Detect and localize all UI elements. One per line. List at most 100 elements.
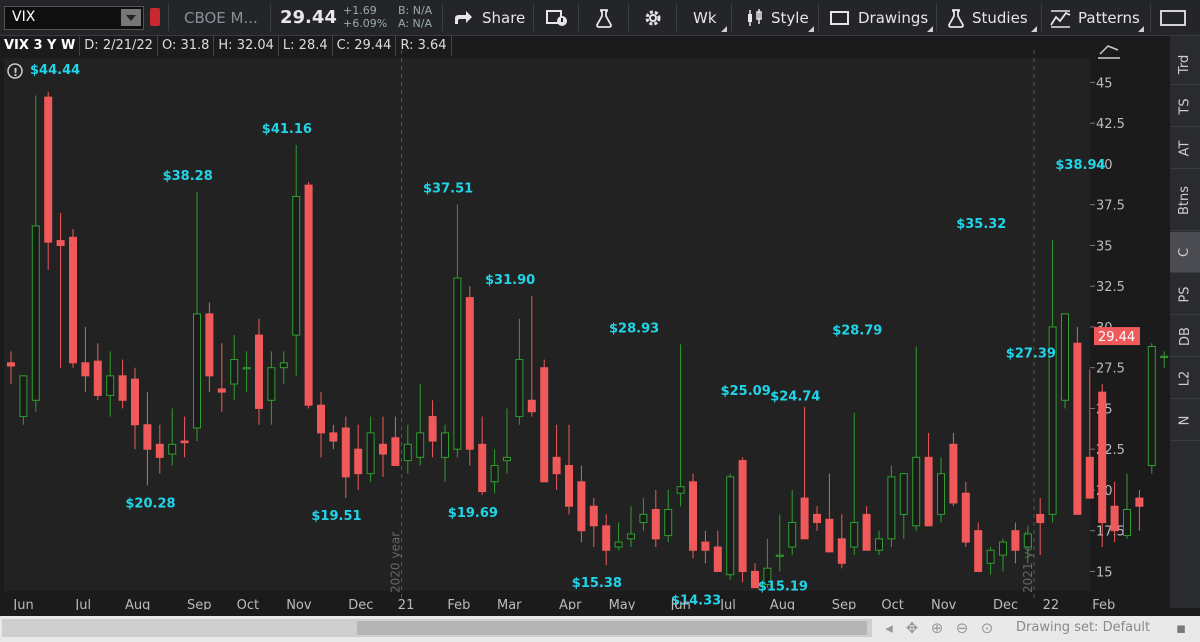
candle-body (627, 533, 635, 540)
candle-body (837, 538, 846, 564)
price-annotation: $15.19 (758, 579, 808, 594)
price-annotation: $28.93 (609, 321, 659, 336)
candle-body (800, 497, 809, 540)
studies-label: Studies (972, 8, 1028, 27)
candle-body (19, 375, 28, 418)
tab-trd-label: Trd (1177, 54, 1193, 74)
candle-body (69, 236, 77, 364)
style-button[interactable]: Style (745, 0, 809, 35)
settings-small-icon[interactable]: ▪ (1172, 619, 1190, 637)
candle-body (651, 509, 660, 540)
scroll-left-icon[interactable]: ◂ (880, 619, 898, 637)
last-price-tag-text: 29.44 (1098, 330, 1135, 345)
candle-body (875, 538, 883, 551)
x-tick-label: Sep (187, 598, 212, 610)
candle-body (118, 375, 127, 401)
drawings-button[interactable]: Drawings (830, 0, 928, 35)
flask-icon (596, 8, 612, 28)
candle-body (999, 541, 1007, 556)
drawings-label: Drawings (858, 8, 929, 27)
candle-body (503, 456, 511, 462)
tab-c[interactable]: C (1170, 232, 1200, 273)
candle-body (1085, 456, 1094, 499)
zoom-in-icon[interactable]: ⊕ (928, 619, 946, 637)
candle-body (255, 334, 263, 409)
zoom-out-icon[interactable]: ⊖ (953, 619, 971, 637)
candle-body (565, 464, 573, 507)
price-annotation: $31.90 (485, 273, 535, 288)
patterns-button[interactable]: Patterns (1050, 0, 1140, 35)
x-tick-label: Feb (447, 598, 470, 610)
candle-body (1061, 313, 1069, 401)
symbol-dropdown-button[interactable] (121, 9, 141, 26)
price-annotation: $44.44 (30, 63, 80, 78)
candle-body (44, 96, 53, 243)
candle-body (354, 448, 363, 475)
candle-body (205, 313, 214, 377)
candle-body (949, 443, 958, 504)
price-annotation: $20.28 (125, 496, 175, 511)
tab-c-label: C (1177, 247, 1193, 257)
candle-body (924, 456, 933, 527)
candle-body (899, 473, 908, 515)
candle-body (279, 362, 288, 369)
tab-l2[interactable]: L2 (1170, 358, 1200, 399)
candle-body (155, 443, 164, 458)
candle-body (379, 443, 387, 455)
patterns-label: Patterns (1078, 8, 1140, 27)
bottom-bar: ◂ ✥ ⊕ ⊖ ⊙ Drawing set: Default ▪ (0, 616, 1200, 642)
horizontal-scrollbar[interactable] (2, 619, 872, 637)
year-label: 2020 year (389, 532, 403, 593)
price-annotation: $25.09 (721, 384, 771, 399)
candle-body (31, 225, 40, 401)
studies-button[interactable]: Studies (946, 0, 1028, 35)
flask-button[interactable] (594, 0, 614, 35)
price-annotation: $24.74 (770, 390, 820, 405)
x-tick-label: 21 (398, 598, 415, 610)
tab-btns[interactable]: Btns (1170, 170, 1200, 231)
tab-at[interactable]: AT (1170, 128, 1200, 169)
candle-body (1023, 533, 1032, 548)
x-tick-label: Aug (125, 598, 150, 610)
tab-ps[interactable]: PS (1170, 274, 1200, 315)
candle-body (329, 432, 338, 442)
bar-range: R: 3.64 (396, 36, 452, 56)
candle-body (664, 509, 673, 537)
alert-flag-icon[interactable] (150, 8, 160, 26)
drawing-set-label[interactable]: Drawing set: Default (1016, 620, 1150, 635)
candle-body (7, 362, 15, 367)
candle-body (441, 432, 449, 458)
period-selector[interactable]: Wk (693, 0, 717, 35)
tab-ts[interactable]: TS (1170, 86, 1200, 127)
candle-body (825, 518, 834, 553)
magnifier-icon[interactable]: ⊙ (978, 619, 996, 637)
flexible-grid-icon (546, 9, 567, 26)
chart-alert-button[interactable] (546, 0, 568, 35)
candle-body (974, 530, 983, 572)
pan-icon[interactable]: ✥ (903, 619, 921, 637)
candle-body (131, 378, 139, 426)
tab-db[interactable]: DB (1170, 316, 1200, 357)
candle-body (478, 443, 487, 493)
settings-button[interactable] (643, 0, 663, 35)
price-annotation: $15.38 (572, 576, 622, 591)
candle-body (589, 505, 598, 527)
candle-body (961, 492, 970, 543)
candle-body (540, 367, 549, 483)
patterns-icon (1050, 9, 1071, 28)
price-chart[interactable]: 4542.54037.53532.53027.52522.52017.51520… (0, 36, 1170, 610)
ask-value: A: N/A (398, 17, 432, 30)
last-price: 29.44 (280, 7, 337, 28)
y-tick-label: 27.5 (1096, 362, 1125, 377)
tab-trd[interactable]: Trd (1170, 44, 1200, 85)
tab-n[interactable]: N (1170, 400, 1200, 441)
candle-body (676, 486, 685, 494)
more-button[interactable] (1160, 0, 1186, 35)
price-annotation: $38.28 (163, 169, 213, 184)
candle-body (713, 546, 722, 572)
share-button[interactable]: Share (452, 0, 525, 35)
candle-body (366, 432, 375, 475)
symbol-selector[interactable]: VIX (4, 6, 144, 30)
scrollbar-thumb[interactable] (357, 621, 867, 635)
expand-icon (1160, 9, 1186, 26)
